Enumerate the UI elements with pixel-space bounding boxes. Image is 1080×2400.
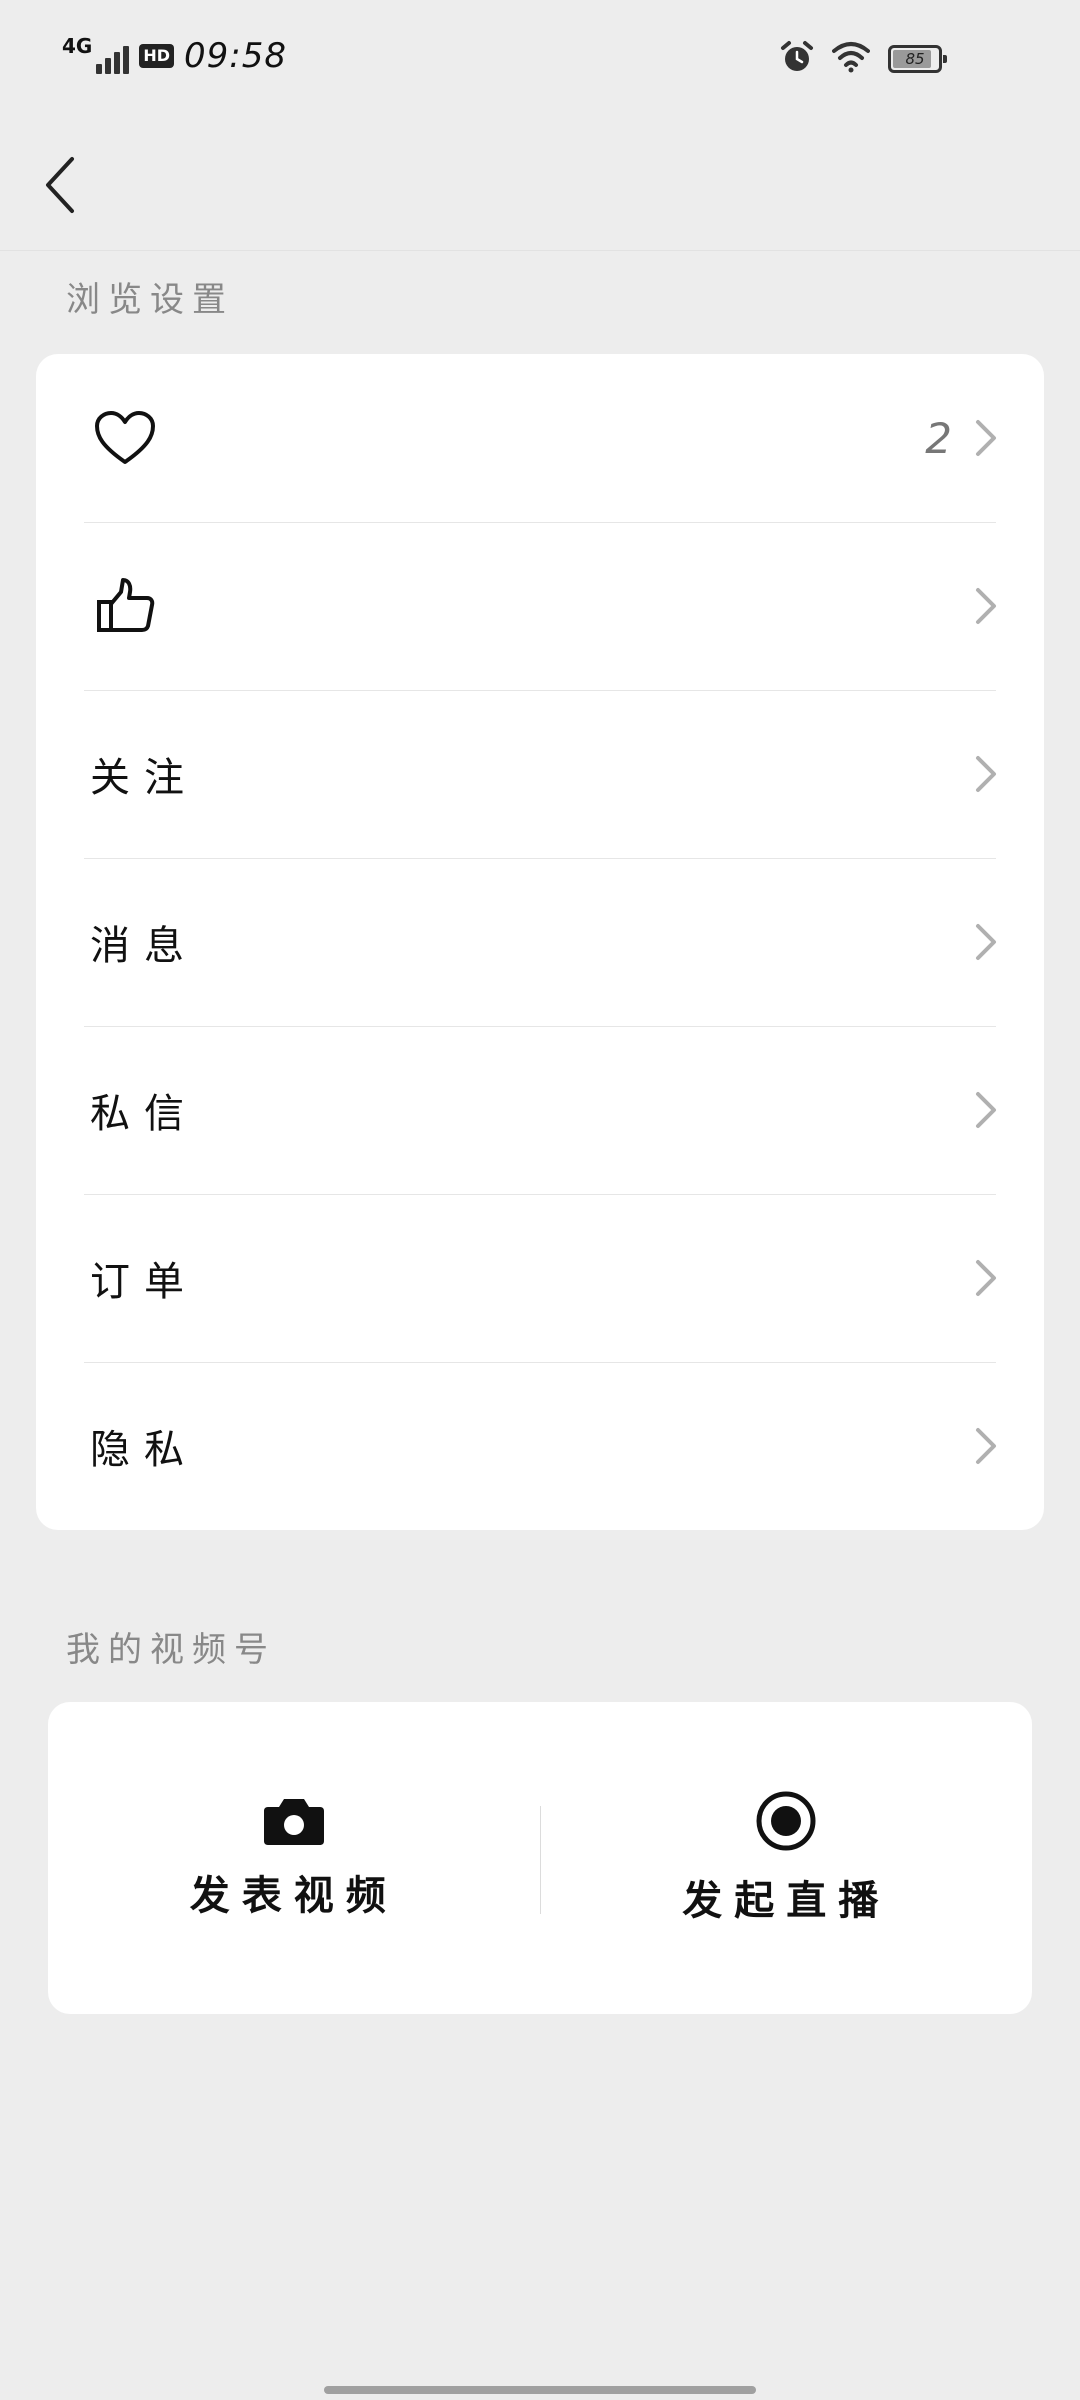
thumbs-up-icon [90, 571, 160, 641]
start-live-label: 发起直播 [682, 1878, 891, 1924]
back-button[interactable] [30, 150, 90, 220]
row-label-messages: 消息 [90, 923, 198, 969]
wifi-icon [832, 41, 870, 77]
status-time: 09:58 [184, 36, 287, 76]
camera-icon [263, 1799, 324, 1845]
battery-level: 85 [905, 50, 925, 68]
status-bar: 4G HD 09:58 85 [0, 0, 1080, 110]
row-right [974, 754, 998, 794]
row-right [974, 1258, 998, 1298]
row-label-follow: 关注 [90, 755, 198, 801]
signal-icon [96, 38, 130, 74]
chevron-left-icon [46, 157, 74, 213]
publish-video-label: 发表视频 [189, 1873, 398, 1919]
heart-icon [90, 403, 160, 473]
row-likes[interactable] [36, 522, 1044, 690]
row-privacy[interactable]: 隐私 [36, 1362, 1044, 1530]
start-live-button[interactable]: 发起直播 [541, 1702, 1033, 2014]
publish-video-button[interactable]: 发表视频 [48, 1702, 540, 2014]
chevron-right-icon [976, 588, 996, 624]
row-right [974, 1090, 998, 1130]
row-messages[interactable]: 消息 [36, 858, 1044, 1026]
row-label-orders: 订单 [90, 1259, 198, 1305]
hd-badge: HD [139, 44, 175, 68]
nav-bar [0, 110, 1080, 251]
section-title-browse-settings: 浏览设置 [66, 280, 234, 320]
chevron-right-icon [976, 924, 996, 960]
row-direct-messages[interactable]: 私信 [36, 1026, 1044, 1194]
row-follow[interactable]: 关注 [36, 690, 1044, 858]
chevron-right-icon [976, 756, 996, 792]
row-right [974, 1426, 998, 1466]
row-label-privacy: 隐私 [90, 1427, 198, 1473]
chevron-right-icon [976, 1428, 996, 1464]
battery-icon: 85 [888, 45, 947, 73]
row-right [974, 586, 998, 626]
home-indicator[interactable] [324, 2386, 756, 2394]
channel-card: 发表视频 发起直播 [48, 1702, 1032, 2014]
row-label-direct-messages: 私信 [90, 1091, 198, 1137]
live-record-icon [756, 1791, 816, 1851]
status-right: 85 [780, 40, 947, 78]
row-orders[interactable]: 订单 [36, 1194, 1044, 1362]
favorites-count: 2 [925, 413, 952, 463]
chevron-right-icon [976, 420, 996, 456]
alarm-icon [780, 40, 814, 78]
network-type: 4G [62, 34, 93, 58]
chevron-right-icon [976, 1092, 996, 1128]
status-left: 4G HD 09:58 [62, 36, 287, 76]
settings-card: 2 关注 消息 私信 订单 隐私 [36, 354, 1044, 1530]
row-right: 2 [925, 414, 998, 463]
section-title-my-channel: 我的视频号 [66, 1630, 276, 1670]
chevron-right-icon [976, 1260, 996, 1296]
row-right [974, 922, 998, 962]
row-favorites[interactable]: 2 [36, 354, 1044, 522]
